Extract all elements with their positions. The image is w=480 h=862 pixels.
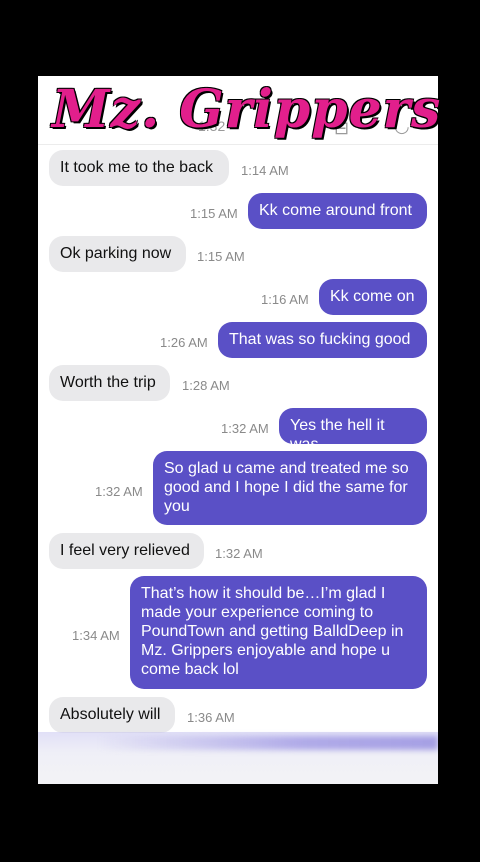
message-timestamp: 1:14 AM [241, 163, 289, 178]
message-bubble-outgoing[interactable]: So glad u came and treated me so good an… [153, 451, 427, 525]
message-bubble-incoming[interactable]: I feel very relieved [49, 533, 204, 569]
message-timestamp: 1:26 AM [160, 335, 208, 350]
message-timestamp: 1:28 AM [182, 378, 230, 393]
blurred-bubble-edge [98, 736, 438, 750]
message-text: That’s how it should be…I’m glad I made … [141, 585, 404, 678]
message-bubble-outgoing[interactable]: Kk come around front [248, 193, 427, 229]
message-timestamp: 1:34 AM [72, 628, 120, 643]
message-timestamp: 1:15 AM [190, 206, 238, 221]
message-timestamp: 1:36 AM [187, 710, 235, 725]
message-text: Ok parking now [60, 245, 172, 262]
message-bubble-outgoing[interactable]: That’s how it should be…I’m glad I made … [130, 576, 427, 689]
brand-watermark-title: Mz. Grippers [52, 79, 442, 140]
message-bubble-incoming[interactable]: Worth the trip [49, 365, 170, 401]
message-timestamp: 1:32 AM [215, 546, 263, 561]
message-text: Absolutely will [60, 706, 161, 723]
message-text: I feel very relieved [60, 542, 190, 559]
message-text: It took me to the back [60, 159, 213, 176]
message-text: So glad u came and treated me so good an… [164, 460, 409, 515]
message-text: Yes the hell it was [290, 417, 385, 453]
message-bubble-incoming[interactable]: Absolutely will [49, 697, 175, 733]
message-text: Kk come around front [259, 202, 412, 219]
message-bubble-outgoing[interactable]: Yes the hell it was [279, 408, 427, 453]
message-timestamp: 1:32 AM [95, 484, 143, 499]
message-text: Kk come on [330, 288, 415, 305]
bottom-blur-overlay [38, 732, 438, 784]
message-bubble-outgoing[interactable]: That was so fucking good [218, 322, 427, 358]
message-bubble-incoming[interactable]: Ok parking now [49, 236, 186, 272]
message-timestamp: 1:32 AM [221, 421, 269, 436]
chat-screen: 1:32 ⊟ ◡ It took me to the back 1:14 AM … [38, 76, 438, 784]
message-text: That was so fucking good [229, 331, 411, 348]
message-bubble-incoming[interactable]: It took me to the back [49, 150, 229, 186]
message-bubble-outgoing[interactable]: Kk come on [319, 279, 427, 315]
message-text: Worth the trip [60, 374, 156, 391]
message-timestamp: 1:16 AM [261, 292, 309, 307]
message-timestamp: 1:15 AM [197, 249, 245, 264]
